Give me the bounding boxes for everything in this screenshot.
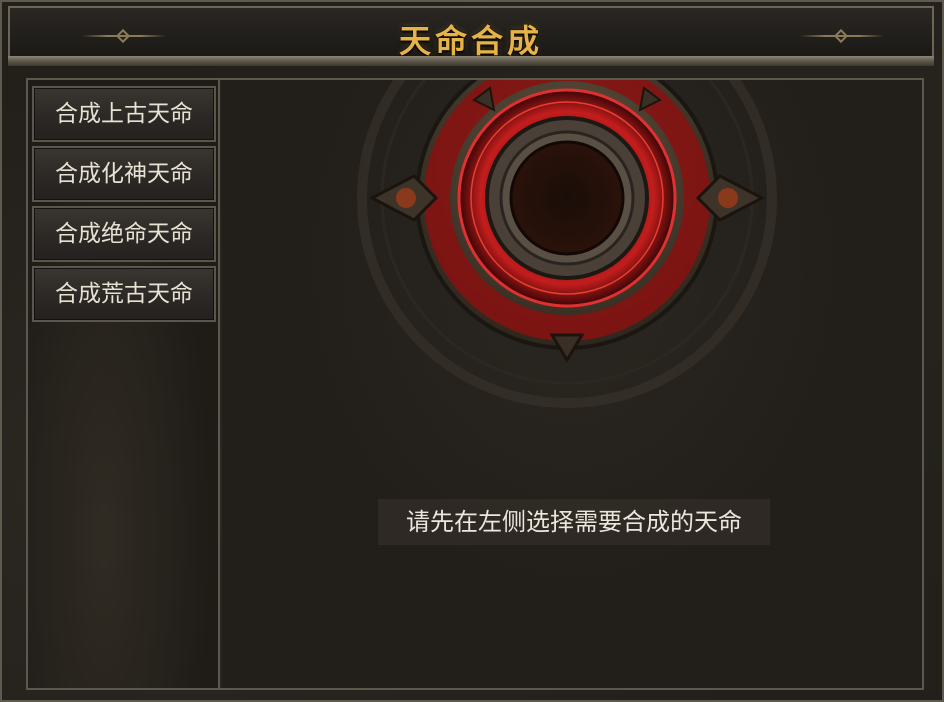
sidebar: 合成上古天命 合成化神天命 合成绝命天命 合成荒古天命 [28, 80, 220, 688]
title-divider [8, 56, 934, 66]
sidebar-item-doom-fate[interactable]: 合成绝命天命 [32, 206, 216, 262]
fate-emblem-icon [357, 80, 777, 408]
sidebar-item-divine-fate[interactable]: 合成化神天命 [32, 146, 216, 202]
sidebar-item-ancient-fate[interactable]: 合成上古天命 [32, 86, 216, 142]
title-bar: 天命合成 [8, 6, 934, 60]
sidebar-item-primordial-fate[interactable]: 合成荒古天命 [32, 266, 216, 322]
select-hint-text: 请先在左侧选择需要合成的天命 [378, 499, 770, 545]
synthesis-area [222, 80, 922, 688]
title-ornament-right-icon [800, 28, 884, 44]
